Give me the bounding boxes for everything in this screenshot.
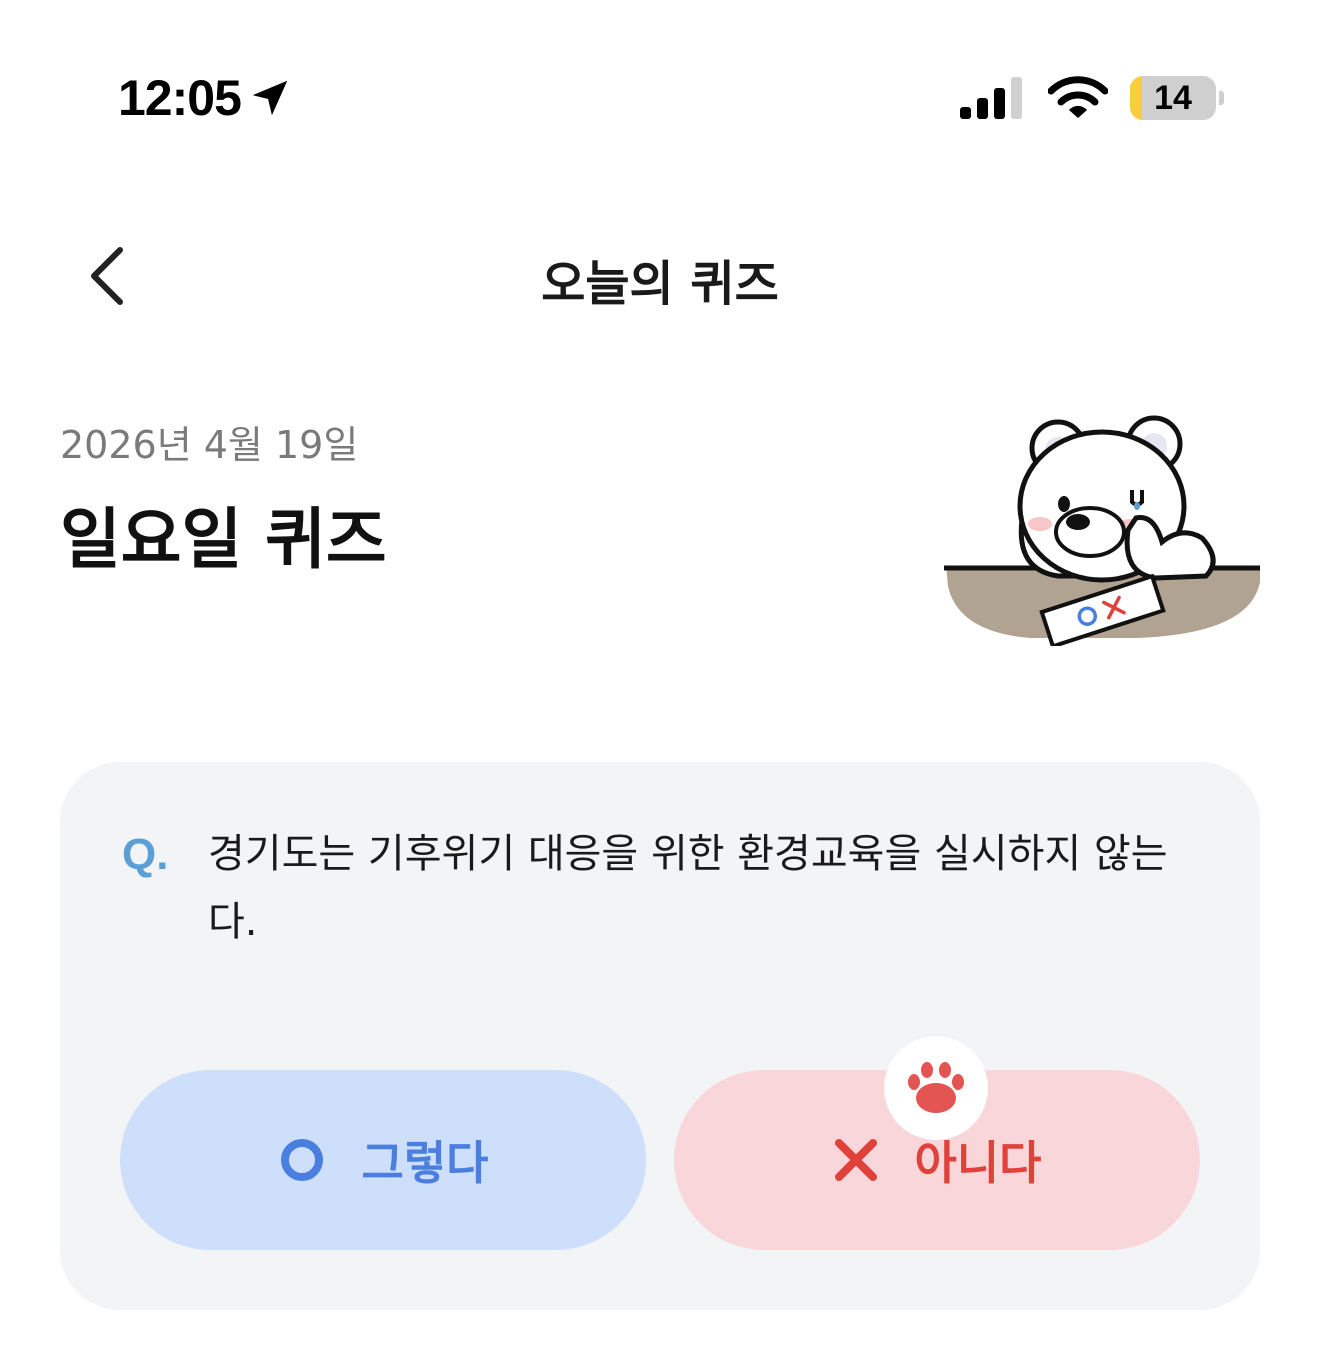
bear-mascot-illustration [944,415,1260,646]
quiz-heading: 일요일 퀴즈 [60,501,387,578]
answer-yes-label: 그렇다 [361,1136,489,1190]
wifi-icon [1048,76,1108,118]
question-text: 경기도는 기후위기 대응을 위한 환경교육을 실시하지 않는다. [208,831,1168,945]
x-mark-icon [834,1139,877,1181]
location-arrow-icon [252,80,288,116]
quiz-date: 2026년 4월 19일 [60,423,359,467]
battery-icon: 14 [1130,76,1216,120]
status-time-text: 12:05 [118,70,242,126]
status-icons: 14 [960,70,1224,126]
page-title: 오늘의 퀴즈 [541,256,779,312]
battery-level: 14 [1154,78,1192,117]
cellular-signal-icon [960,77,1022,119]
answer-yes-button[interactable]: 그렇다 [120,1070,646,1250]
quiz-card: Q. 경기도는 기후위기 대응을 위한 환경교육을 실시하지 않는다. 그렇다 … [60,762,1260,1310]
quiz-screen: 12:05 14 오늘의 퀴즈 2026년 4월 19일 일요일 퀴즈 Q. 경… [0,0,1320,1357]
paw-badge [884,1036,988,1140]
paw-icon [908,1062,964,1113]
question-marker: Q. [122,830,169,879]
battery-fill [1130,76,1143,120]
battery-tip [1219,91,1224,105]
status-time: 12:05 [118,68,293,128]
circle-o-icon [280,1139,323,1181]
